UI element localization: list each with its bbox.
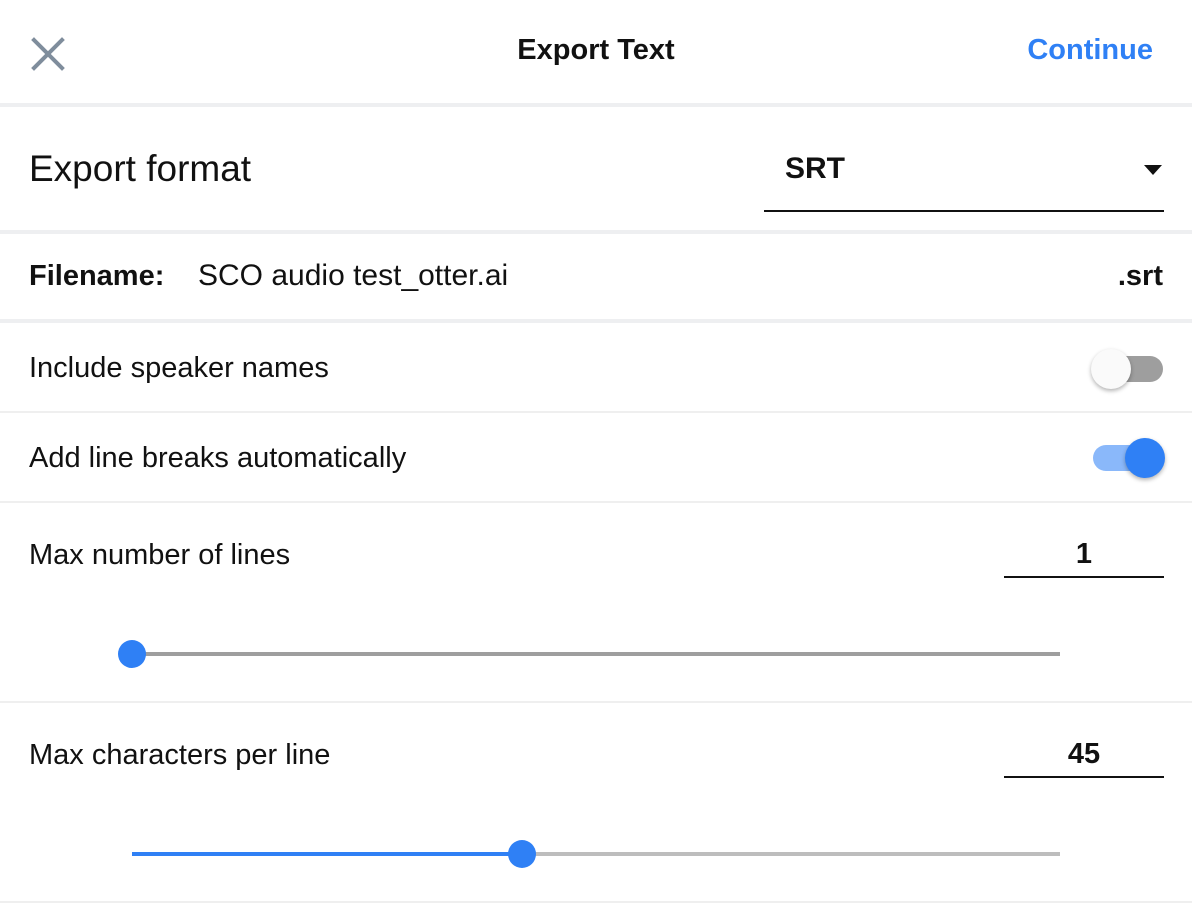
- max-lines-field[interactable]: [1004, 532, 1164, 578]
- toggle-knob: [1125, 438, 1165, 478]
- divider: [0, 103, 1192, 107]
- max-lines-slider[interactable]: [118, 638, 1074, 670]
- max-chars-slider[interactable]: [118, 838, 1074, 870]
- export-format-label: Export format: [29, 148, 252, 189]
- export-format-select[interactable]: SRT: [764, 140, 1164, 212]
- filename-extension: .srt: [1117, 260, 1163, 292]
- divider: [0, 230, 1192, 234]
- slider-thumb[interactable]: [118, 640, 146, 668]
- continue-button[interactable]: Continue: [1027, 34, 1153, 67]
- max-chars-input[interactable]: [1004, 732, 1164, 776]
- slider-fill: [132, 852, 522, 856]
- filename-label: Filename:: [29, 260, 165, 292]
- divider: [0, 501, 1192, 503]
- slider-thumb[interactable]: [507, 840, 536, 868]
- filename-input[interactable]: [198, 254, 1078, 298]
- export-format-value: SRT: [785, 152, 845, 185]
- divider: [0, 701, 1192, 703]
- divider: [0, 411, 1192, 413]
- include-speaker-names-label: Include speaker names: [29, 352, 329, 384]
- toggle-knob: [1091, 349, 1131, 389]
- close-icon: [31, 37, 65, 71]
- slider-rail: [132, 652, 1060, 656]
- divider: [0, 901, 1192, 903]
- max-chars-label: Max characters per line: [29, 739, 331, 771]
- max-lines-input[interactable]: [1004, 532, 1164, 576]
- close-button[interactable]: [30, 36, 66, 72]
- include-speaker-names-toggle[interactable]: [1091, 349, 1165, 389]
- add-line-breaks-toggle[interactable]: [1091, 438, 1165, 478]
- max-chars-field[interactable]: [1004, 732, 1164, 778]
- add-line-breaks-label: Add line breaks automatically: [29, 442, 407, 474]
- dialog-title: Export Text: [517, 34, 675, 66]
- dialog-header: Export Text Continue: [0, 0, 1192, 103]
- max-lines-label: Max number of lines: [29, 539, 291, 571]
- divider: [0, 319, 1192, 323]
- caret-down-icon: [1144, 165, 1162, 175]
